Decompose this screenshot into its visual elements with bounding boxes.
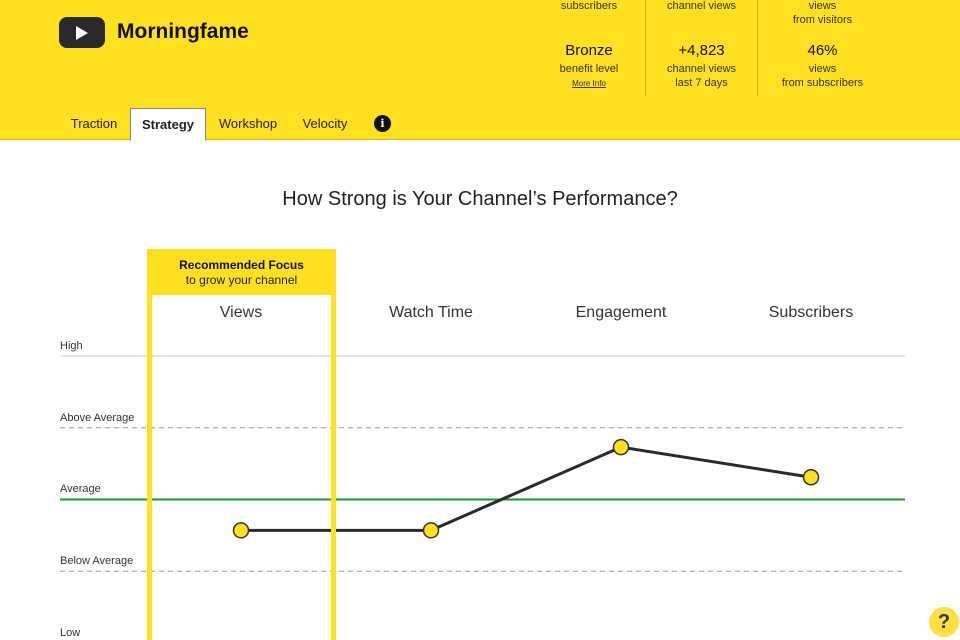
category-label-engagement: Engagement [575, 304, 667, 321]
data-point-views [232, 522, 250, 539]
category-label-watch-time: Watch Time [389, 304, 473, 321]
level-label-below-average: Below Average [60, 555, 134, 567]
data-point-subscribers [802, 469, 820, 486]
level-label-low: Low [60, 627, 81, 639]
level-label-high: High [60, 340, 83, 352]
focus-title: Recommended Focus [179, 258, 304, 272]
series-line [241, 445, 812, 532]
level-label-average: Average [60, 483, 101, 495]
category-label-subscribers: Subscribers [768, 304, 854, 321]
focus-border-left [147, 295, 152, 640]
help-button[interactable]: ? [929, 607, 959, 637]
category-label-views: Views [219, 304, 263, 321]
recommended-focus-header: Recommended Focus to grow your channel [147, 249, 336, 295]
focus-subtitle: to grow your channel [185, 273, 298, 287]
data-point-watch-time [422, 522, 440, 539]
data-point-engagement [612, 438, 630, 456]
focus-border-right [331, 295, 336, 640]
level-label-above-average: Above Average [60, 412, 135, 424]
